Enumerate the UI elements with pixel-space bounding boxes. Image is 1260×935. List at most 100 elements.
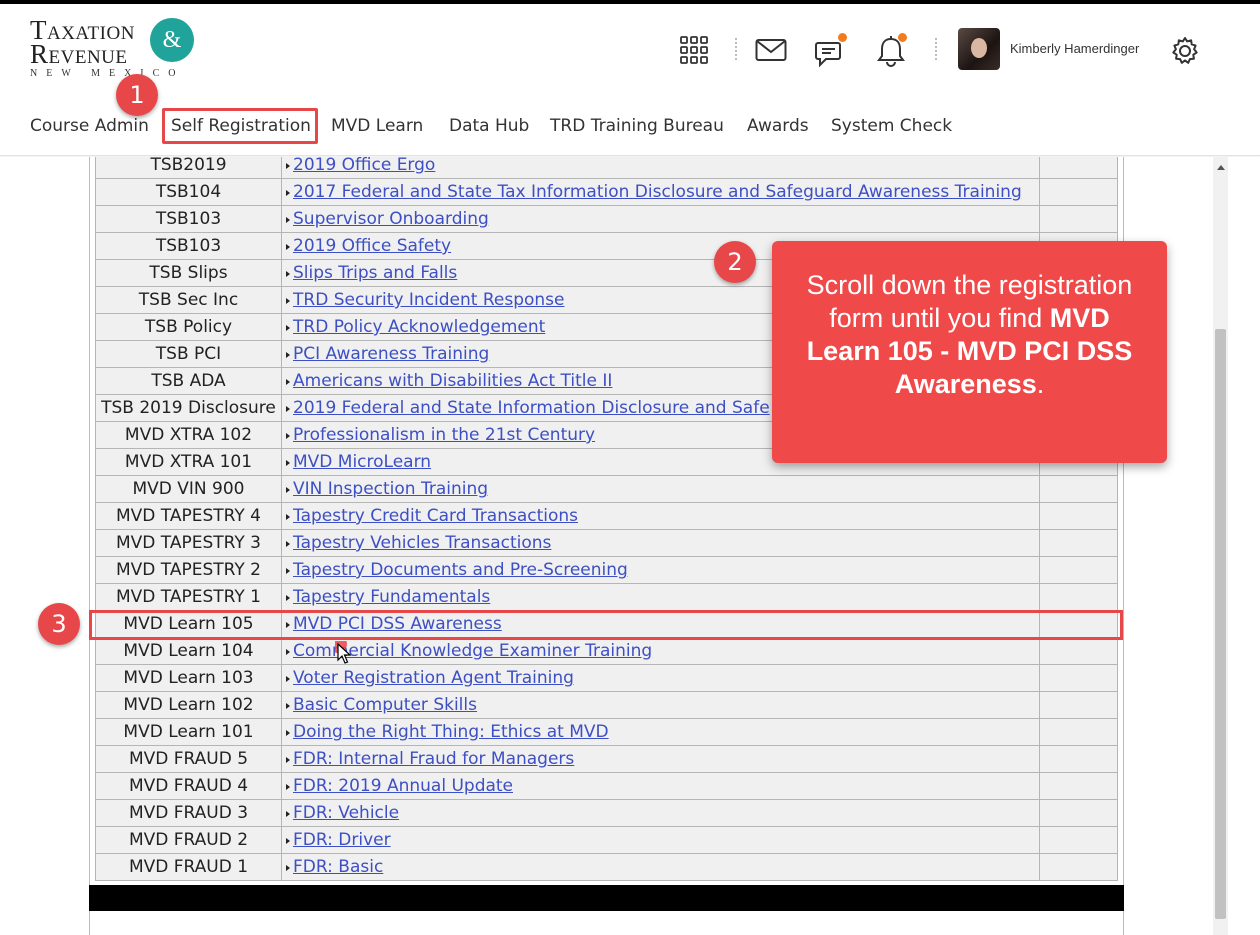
logo-ampersand: &	[150, 18, 194, 62]
scrollbar[interactable]	[1213, 157, 1228, 935]
nav-trd-training-bureau[interactable]: TRD Training Bureau	[550, 116, 724, 136]
course-code: MVD Learn 104	[95, 638, 282, 665]
expand-triangle-icon[interactable]	[286, 378, 290, 385]
expand-triangle-icon[interactable]	[286, 810, 290, 817]
expand-triangle-icon[interactable]	[286, 540, 290, 547]
gear-icon[interactable]	[1167, 33, 1203, 69]
scroll-thumb[interactable]	[1215, 329, 1226, 919]
course-link[interactable]: PCI Awareness Training	[293, 344, 489, 364]
expand-triangle-icon[interactable]	[286, 702, 290, 709]
expand-triangle-icon[interactable]	[286, 729, 290, 736]
course-link[interactable]: 2019 Federal and State Information Discl…	[293, 398, 770, 418]
course-link[interactable]: Doing the Right Thing: Ethics at MVD	[293, 722, 609, 742]
course-link[interactable]: 2017 Federal and State Tax Information D…	[293, 182, 1022, 202]
course-code: TSB104	[95, 179, 282, 206]
course-link[interactable]: MVD MicroLearn	[293, 452, 431, 472]
course-title-cell: Tapestry Documents and Pre-Screening	[282, 557, 1040, 584]
mail-icon[interactable]	[754, 36, 788, 64]
course-extra-cell	[1040, 179, 1118, 206]
expand-triangle-icon[interactable]	[286, 459, 290, 466]
course-title-cell: FDR: Internal Fraud for Managers	[282, 746, 1040, 773]
nav-system-check[interactable]: System Check	[831, 116, 952, 136]
course-link[interactable]: 2019 Office Ergo	[293, 157, 435, 175]
expand-triangle-icon[interactable]	[286, 243, 290, 250]
course-link[interactable]: Tapestry Documents and Pre-Screening	[293, 560, 628, 580]
nav-course-admin[interactable]: Course Admin	[30, 116, 149, 136]
expand-triangle-icon[interactable]	[286, 270, 290, 277]
header-separator	[735, 38, 737, 60]
chat-notification-dot	[838, 33, 847, 42]
course-link[interactable]: 2019 Office Safety	[293, 236, 451, 256]
expand-triangle-icon[interactable]	[286, 675, 290, 682]
expand-triangle-icon[interactable]	[286, 216, 290, 223]
table-row: MVD Learn 103 Voter Registration Agent Tr…	[95, 665, 1118, 692]
course-title-cell: FDR: Basic	[282, 854, 1040, 881]
course-title-cell: Tapestry Vehicles Transactions	[282, 530, 1040, 557]
course-code: MVD FRAUD 3	[95, 800, 282, 827]
course-link[interactable]: Basic Computer Skills	[293, 695, 477, 715]
expand-triangle-icon[interactable]	[286, 297, 290, 304]
course-code: MVD Learn 103	[95, 665, 282, 692]
expand-triangle-icon[interactable]	[286, 567, 290, 574]
course-link[interactable]: Americans with Disabilities Act Title II	[293, 371, 612, 391]
expand-triangle-icon[interactable]	[286, 432, 290, 439]
instruction-callout: Scroll down the registration form until …	[772, 241, 1167, 463]
course-link[interactable]: FDR: 2019 Annual Update	[293, 776, 513, 796]
course-extra-cell	[1040, 557, 1118, 584]
table-footer-bar	[89, 885, 1124, 911]
nav-data-hub[interactable]: Data Hub	[449, 116, 529, 136]
course-title-cell: 2017 Federal and State Tax Information D…	[282, 179, 1040, 206]
course-link[interactable]: Tapestry Vehicles Transactions	[293, 533, 551, 553]
course-code: MVD FRAUD 2	[95, 827, 282, 854]
course-title-cell: FDR: 2019 Annual Update	[282, 773, 1040, 800]
expand-triangle-icon[interactable]	[286, 648, 290, 655]
course-code: TSB2019	[95, 157, 282, 179]
expand-triangle-icon[interactable]	[286, 486, 290, 493]
course-code: TSB 2019 Disclosure	[95, 395, 282, 422]
expand-triangle-icon[interactable]	[286, 783, 290, 790]
expand-triangle-icon[interactable]	[286, 594, 290, 601]
course-extra-cell	[1040, 665, 1118, 692]
course-link[interactable]: Tapestry Credit Card Transactions	[293, 506, 578, 526]
expand-triangle-icon[interactable]	[286, 756, 290, 763]
course-extra-cell	[1040, 530, 1118, 557]
expand-triangle-icon[interactable]	[286, 864, 290, 871]
course-link[interactable]: FDR: Vehicle	[293, 803, 399, 823]
course-link[interactable]: Professionalism in the 21st Century	[293, 425, 595, 445]
avatar[interactable]	[958, 28, 1000, 70]
course-code: MVD VIN 900	[95, 476, 282, 503]
user-name[interactable]: Kimberly Hamerdinger	[1010, 41, 1139, 56]
nav-mvd-learn[interactable]: MVD Learn	[331, 116, 423, 136]
course-link[interactable]: FDR: Basic	[293, 857, 383, 877]
taxation-revenue-logo[interactable]: Taxation Revenue NEW MEXICO &	[30, 17, 210, 88]
course-link[interactable]: FDR: Internal Fraud for Managers	[293, 749, 574, 769]
course-link[interactable]: Tapestry Fundamentals	[293, 587, 490, 607]
course-link[interactable]: VIN Inspection Training	[293, 479, 488, 499]
table-row: MVD TAPESTRY 1 Tapestry Fundamentals	[95, 584, 1118, 611]
expand-triangle-icon[interactable]	[286, 189, 290, 196]
table-row: MVD Learn 104 Commercial Knowledge Examin…	[95, 638, 1118, 665]
course-extra-cell	[1040, 503, 1118, 530]
course-link[interactable]: Voter Registration Agent Training	[293, 668, 574, 688]
expand-triangle-icon[interactable]	[286, 513, 290, 520]
expand-triangle-icon[interactable]	[286, 405, 290, 412]
table-row: MVD FRAUD 1 FDR: Basic	[95, 854, 1118, 881]
course-title-cell: Basic Computer Skills	[282, 692, 1040, 719]
expand-triangle-icon[interactable]	[286, 351, 290, 358]
course-code: MVD TAPESTRY 3	[95, 530, 282, 557]
expand-triangle-icon[interactable]	[286, 324, 290, 331]
table-row: MVD TAPESTRY 2 Tapestry Documents and Pre…	[95, 557, 1118, 584]
expand-triangle-icon[interactable]	[286, 162, 290, 169]
apps-grid-icon[interactable]	[678, 34, 710, 66]
nav-awards[interactable]: Awards	[747, 116, 809, 136]
course-link[interactable]: TRD Policy Acknowledgement	[293, 317, 545, 337]
course-link[interactable]: Supervisor Onboarding	[293, 209, 489, 229]
table-row: MVD Learn 101 Doing the Right Thing: Ethi…	[95, 719, 1118, 746]
course-link[interactable]: FDR: Driver	[293, 830, 391, 850]
expand-triangle-icon[interactable]	[286, 837, 290, 844]
course-link[interactable]: Slips Trips and Falls	[293, 263, 457, 283]
course-extra-cell	[1040, 827, 1118, 854]
course-title-cell: Tapestry Fundamentals	[282, 584, 1040, 611]
course-link[interactable]: TRD Security Incident Response	[293, 290, 565, 310]
scroll-up-arrow-icon[interactable]	[1217, 165, 1225, 170]
